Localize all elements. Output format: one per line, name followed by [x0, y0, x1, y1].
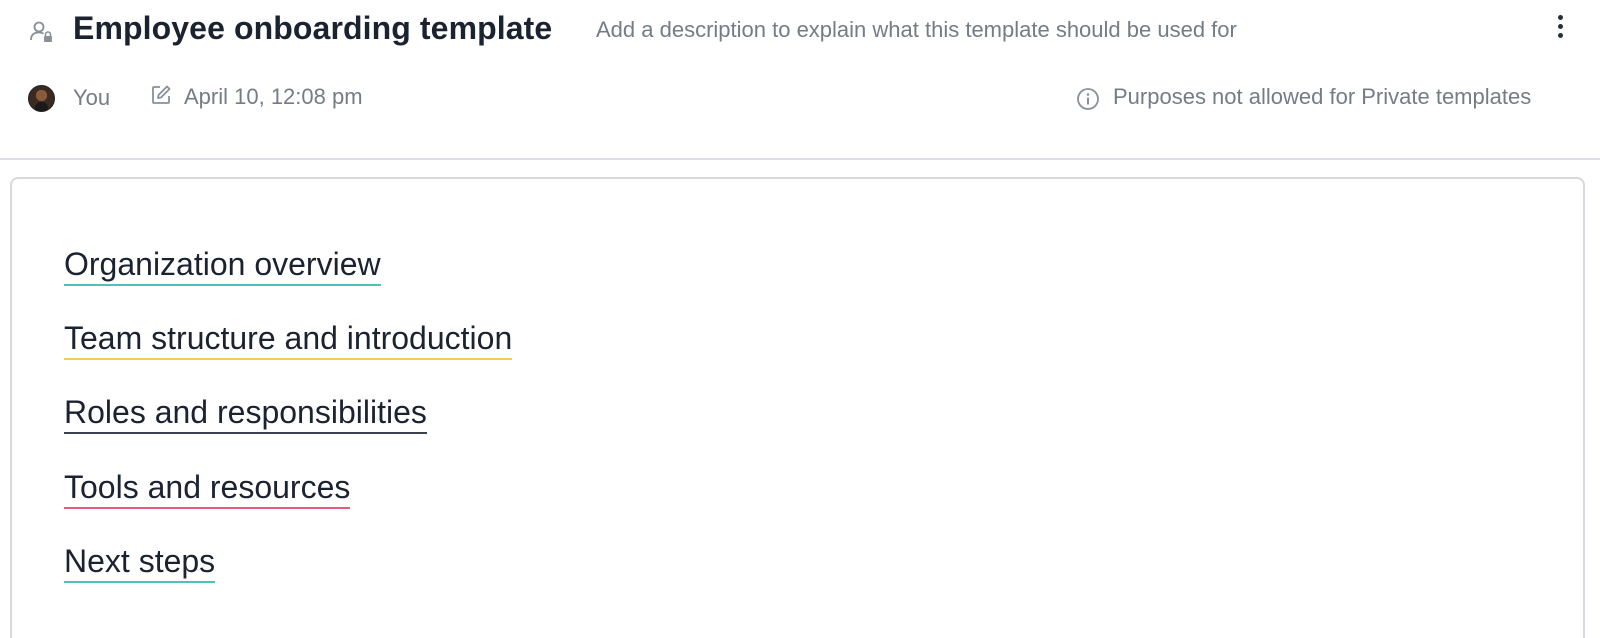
template-header: Employee onboarding template Add a descr… — [0, 0, 1600, 160]
owner-name: You — [73, 85, 111, 110]
template-title[interactable]: Employee onboarding template — [73, 10, 552, 47]
more-vertical-icon — [1557, 14, 1563, 20]
info-icon — [1077, 88, 1099, 110]
template-meta-row: You April 10, 12:08 pm Purposes not allo… — [0, 80, 1600, 120]
section-heading[interactable]: Tools and resources — [64, 469, 351, 509]
more-options-button[interactable] — [1548, 12, 1572, 40]
template-description-input[interactable]: Add a description to explain what this t… — [596, 17, 1237, 43]
edit-icon — [152, 85, 171, 104]
private-template-icon — [30, 21, 52, 42]
template-page: Employee onboarding template Add a descr… — [0, 0, 1600, 638]
section-heading[interactable]: Team structure and introduction — [64, 320, 513, 360]
avatar — [28, 85, 55, 112]
more-vertical-icon-dot — [1557, 32, 1563, 38]
section-heading[interactable]: Organization overview — [64, 246, 381, 286]
section-heading[interactable]: Next steps — [64, 543, 216, 583]
more-vertical-icon-dot — [1557, 23, 1563, 29]
section-heading[interactable]: Roles and responsibilities — [64, 394, 427, 434]
purposes-notice: Purposes not allowed for Private templat… — [1113, 84, 1532, 109]
template-content-card: Organization overview Team structure and… — [10, 177, 1585, 638]
last-edited-timestamp: April 10, 12:08 pm — [184, 84, 363, 109]
